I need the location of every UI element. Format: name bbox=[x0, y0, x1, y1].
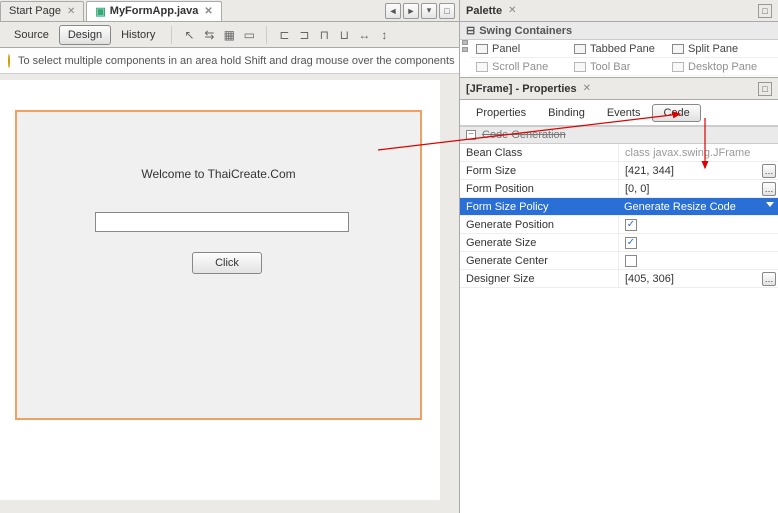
click-button[interactable]: Click bbox=[192, 252, 262, 274]
palette-section[interactable]: ⊟ Swing Containers bbox=[460, 22, 778, 40]
hint-text: To select multiple components in an area… bbox=[18, 55, 455, 67]
palette-row: Panel Tabbed Pane Split Pane bbox=[470, 40, 778, 58]
ellipsis-button[interactable]: … bbox=[762, 182, 776, 196]
scroll-left-icon[interactable]: ◄ bbox=[385, 3, 401, 19]
minimize-icon[interactable]: □ bbox=[758, 4, 772, 18]
collapse-icon: ⊟ bbox=[466, 24, 475, 37]
separator bbox=[266, 26, 267, 44]
section-label: Code Generation bbox=[482, 129, 566, 141]
desktop-pane-icon bbox=[672, 62, 684, 72]
checkbox[interactable]: ✓ bbox=[625, 237, 637, 249]
lightbulb-icon bbox=[8, 54, 10, 68]
prop-generate-size[interactable]: Generate Size ✓ bbox=[460, 234, 778, 252]
connection-mode-icon[interactable]: ⇆ bbox=[200, 26, 218, 44]
ellipsis-button[interactable]: … bbox=[762, 272, 776, 286]
palette-title: Palette bbox=[466, 5, 502, 17]
tab-label: Start Page bbox=[9, 5, 61, 17]
close-icon[interactable]: ✕ bbox=[67, 6, 75, 17]
prop-form-size[interactable]: Form Size [421, 344]… bbox=[460, 162, 778, 180]
center-h-icon[interactable]: ↔ bbox=[355, 26, 373, 44]
editor-pane: Start Page ✕ ▣ MyFormApp.java ✕ ◄ ► ▾ □ … bbox=[0, 0, 460, 513]
tab-label: MyFormApp.java bbox=[110, 5, 199, 17]
tab-controls: ◄ ► ▾ □ bbox=[385, 3, 459, 19]
properties-header: [JFrame] - Properties ✕ □ bbox=[460, 78, 778, 100]
source-button[interactable]: Source bbox=[6, 25, 57, 45]
align-left-icon[interactable]: ⊏ bbox=[275, 26, 293, 44]
chevron-down-icon[interactable] bbox=[766, 202, 774, 207]
align-bottom-icon[interactable]: ⊔ bbox=[335, 26, 353, 44]
palette-row: Scroll Pane Tool Bar Desktop Pane bbox=[470, 58, 778, 76]
design-button[interactable]: Design bbox=[59, 25, 111, 45]
palette-item-tabbed-pane[interactable]: Tabbed Pane bbox=[570, 43, 668, 55]
center-v-icon[interactable]: ↕ bbox=[375, 26, 393, 44]
history-button[interactable]: History bbox=[113, 25, 163, 45]
section-label: Swing Containers bbox=[479, 25, 572, 37]
close-icon[interactable]: ✕ bbox=[583, 83, 591, 94]
separator bbox=[171, 26, 172, 44]
preview-icon[interactable]: ▦ bbox=[220, 26, 238, 44]
tab-code[interactable]: Code bbox=[652, 104, 700, 122]
palette-item-tool-bar[interactable]: Tool Bar bbox=[570, 61, 668, 73]
right-column: Palette ✕ □ ⊟ Swing Containers Panel Tab… bbox=[460, 0, 778, 513]
prop-bean-class[interactable]: Bean Class class javax.swing.JFrame bbox=[460, 144, 778, 162]
align-icon[interactable]: ▭ bbox=[240, 26, 258, 44]
tab-start-page[interactable]: Start Page ✕ bbox=[0, 1, 84, 21]
tab-properties[interactable]: Properties bbox=[466, 105, 536, 121]
mode-toolbar: Source Design History ↖ ⇆ ▦ ▭ ⊏ ⊐ ⊓ ⊔ ↔ … bbox=[0, 22, 459, 48]
palette-header: Palette ✕ □ bbox=[460, 0, 778, 22]
file-icon: ▣ bbox=[95, 5, 105, 18]
maximize-icon[interactable]: □ bbox=[439, 3, 455, 19]
close-icon[interactable]: ✕ bbox=[508, 5, 516, 16]
file-tabs: Start Page ✕ ▣ MyFormApp.java ✕ ◄ ► ▾ □ bbox=[0, 0, 459, 22]
tab-myformapp[interactable]: ▣ MyFormApp.java ✕ bbox=[86, 1, 221, 21]
scroll-indicator[interactable] bbox=[460, 40, 470, 76]
property-grid: Bean Class class javax.swing.JFrame Form… bbox=[460, 144, 778, 513]
scroll-pane-icon bbox=[476, 62, 488, 72]
checkbox[interactable] bbox=[625, 255, 637, 267]
properties-body: Properties Binding Events Code − Code Ge… bbox=[460, 100, 778, 513]
split-pane-icon bbox=[672, 44, 684, 54]
align-right-icon[interactable]: ⊐ bbox=[295, 26, 313, 44]
tab-events[interactable]: Events bbox=[597, 105, 651, 121]
panel-icon bbox=[476, 44, 488, 54]
welcome-label: Welcome to ThaiCreate.Com bbox=[17, 167, 420, 181]
tool-bar-icon bbox=[574, 62, 586, 72]
align-top-icon[interactable]: ⊓ bbox=[315, 26, 333, 44]
palette-body: ⊟ Swing Containers Panel Tabbed Pane Spl… bbox=[460, 22, 778, 78]
dropdown-icon[interactable]: ▾ bbox=[421, 3, 437, 19]
palette-item-desktop-pane[interactable]: Desktop Pane bbox=[668, 61, 766, 73]
tabbed-pane-icon bbox=[574, 44, 586, 54]
palette-item-panel[interactable]: Panel bbox=[472, 43, 570, 55]
hint-bar: To select multiple components in an area… bbox=[0, 48, 459, 74]
property-section[interactable]: − Code Generation bbox=[460, 126, 778, 144]
tab-binding[interactable]: Binding bbox=[538, 105, 595, 121]
close-icon[interactable]: ✕ bbox=[204, 6, 212, 17]
jframe-preview[interactable]: Welcome to ThaiCreate.Com Click bbox=[15, 110, 422, 420]
property-tabs: Properties Binding Events Code bbox=[460, 100, 778, 126]
palette-item-scroll-pane[interactable]: Scroll Pane bbox=[472, 61, 570, 73]
prop-generate-center[interactable]: Generate Center bbox=[460, 252, 778, 270]
collapse-icon: − bbox=[466, 130, 476, 140]
prop-form-size-policy[interactable]: Form Size Policy Generate Resize Code bbox=[460, 198, 778, 216]
minimize-icon[interactable]: □ bbox=[758, 82, 772, 96]
checkbox[interactable]: ✓ bbox=[625, 219, 637, 231]
ellipsis-button[interactable]: … bbox=[762, 164, 776, 178]
prop-designer-size[interactable]: Designer Size [405, 306]… bbox=[460, 270, 778, 288]
properties-title: [JFrame] - Properties bbox=[466, 83, 577, 95]
text-field[interactable] bbox=[95, 212, 349, 232]
selection-mode-icon[interactable]: ↖ bbox=[180, 26, 198, 44]
prop-form-position[interactable]: Form Position [0, 0]… bbox=[460, 180, 778, 198]
scroll-right-icon[interactable]: ► bbox=[403, 3, 419, 19]
prop-generate-position[interactable]: Generate Position ✓ bbox=[460, 216, 778, 234]
palette-item-split-pane[interactable]: Split Pane bbox=[668, 43, 766, 55]
